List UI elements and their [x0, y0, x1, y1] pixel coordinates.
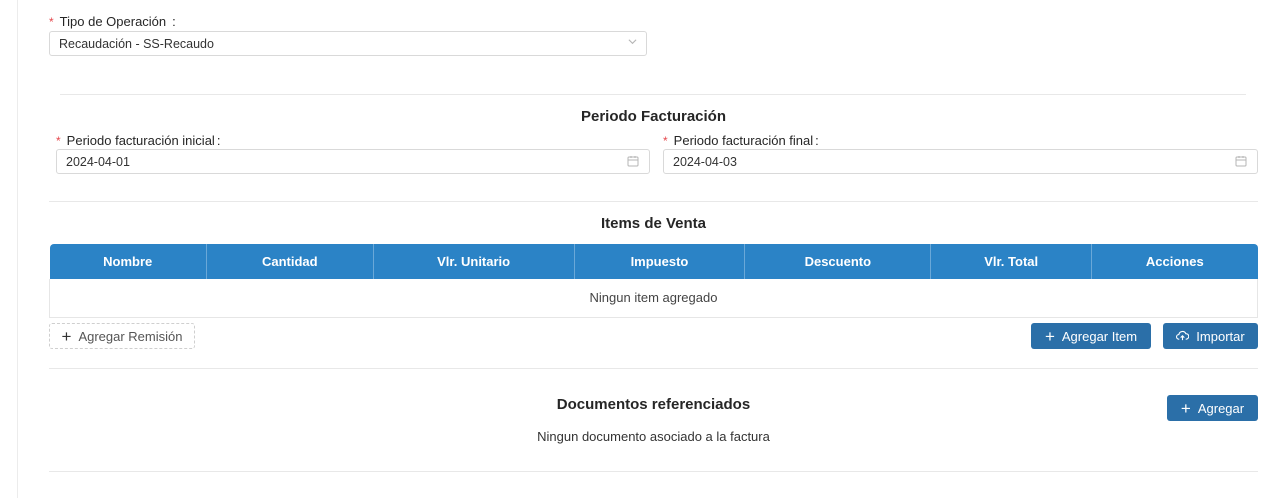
- billing-start-date-input[interactable]: 2024-04-01: [56, 149, 650, 174]
- empty-items-message: Ningun item agregado: [49, 279, 1258, 318]
- billing-period-title: Periodo Facturación: [580, 108, 727, 125]
- empty-documents-message: Ningun documento asociado a la factura: [537, 429, 770, 444]
- column-header-descuento: Descuento: [744, 244, 932, 279]
- divider: [49, 368, 1258, 369]
- column-header-impuesto: Impuesto: [574, 244, 746, 279]
- billing-start-label: * Periodo facturación inicial :: [56, 133, 220, 148]
- column-header-nombre: Nombre: [49, 244, 207, 279]
- divider: [49, 471, 1258, 472]
- divider: [60, 94, 1246, 95]
- billing-end-label: * Periodo facturación final :: [663, 133, 819, 148]
- import-label: Importar: [1196, 328, 1245, 344]
- chevron-down-icon: [628, 37, 637, 49]
- column-header-acciones: Acciones: [1091, 244, 1258, 279]
- add-item-button[interactable]: + Agregar Item: [1031, 323, 1151, 349]
- column-header-vlr-unitario: Vlr. Unitario: [373, 244, 575, 279]
- plus-icon: +: [1044, 326, 1055, 346]
- billing-start-date-value: 2024-04-01: [66, 154, 130, 169]
- operation-type-value: Recaudación - SS-Recaudo: [59, 36, 214, 51]
- table-empty-row: Ningun item agregado: [49, 279, 1258, 318]
- required-mark: *: [56, 133, 61, 148]
- billing-start-label-text: Periodo facturación inicial: [66, 133, 215, 148]
- column-header-cantidad: Cantidad: [206, 244, 374, 279]
- sale-items-table: Nombre Cantidad Vlr. Unitario Impuesto D…: [49, 244, 1258, 318]
- label-colon: :: [815, 133, 819, 148]
- add-remission-label: Agregar Remisión: [78, 328, 183, 344]
- table-header-row: Nombre Cantidad Vlr. Unitario Impuesto D…: [49, 244, 1258, 279]
- label-colon: :: [216, 133, 221, 148]
- add-remission-button[interactable]: + Agregar Remisión: [49, 323, 195, 349]
- page-left-border: [17, 0, 18, 498]
- column-header-vlr-total: Vlr. Total: [930, 244, 1093, 279]
- sale-items-title: Items de Venta: [600, 215, 707, 232]
- operation-type-select[interactable]: Recaudación - SS-Recaudo: [49, 31, 647, 56]
- add-document-label: Agregar: [1197, 400, 1245, 416]
- divider: [49, 201, 1258, 202]
- calendar-icon[interactable]: [1235, 155, 1248, 167]
- calendar-icon[interactable]: [627, 155, 640, 167]
- billing-end-label-text: Periodo facturación final: [673, 133, 814, 148]
- billing-end-date-value: 2024-04-03: [673, 154, 737, 169]
- add-document-button[interactable]: + Agregar: [1167, 395, 1258, 421]
- label-colon: :: [172, 14, 176, 29]
- import-button[interactable]: Importar: [1163, 323, 1258, 349]
- cloud-upload-icon: [1176, 329, 1190, 344]
- add-item-label: Agregar Item: [1061, 328, 1138, 344]
- operation-type-label-text: Tipo de Operación: [59, 14, 167, 29]
- required-mark: *: [663, 133, 668, 148]
- operation-type-label: * Tipo de Operación :: [49, 14, 176, 29]
- referenced-documents-title: Documentos referenciados: [556, 396, 751, 413]
- required-mark: *: [49, 14, 54, 29]
- plus-icon: +: [61, 326, 72, 346]
- billing-end-date-input[interactable]: 2024-04-03: [663, 149, 1258, 174]
- plus-icon: +: [1180, 398, 1191, 418]
